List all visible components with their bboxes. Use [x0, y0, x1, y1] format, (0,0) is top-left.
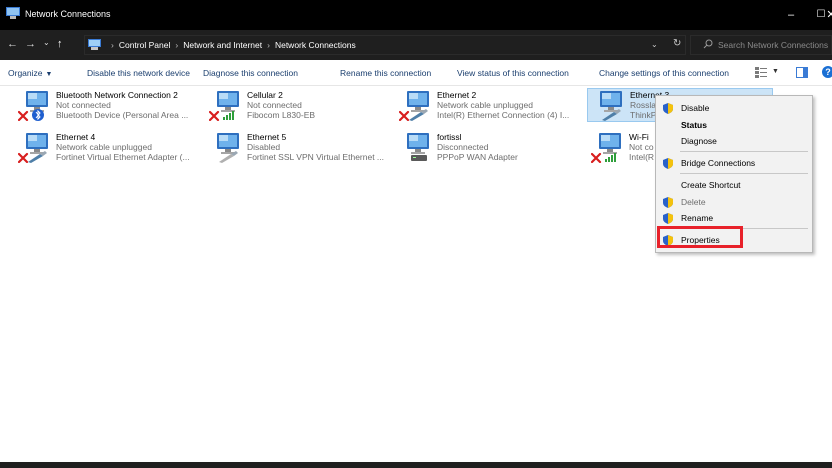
uac-shield-icon [663, 103, 673, 114]
preview-pane-icon[interactable] [796, 67, 808, 78]
organize-menu[interactable]: Organize ▼ [8, 68, 52, 78]
menu-item-label: Diagnose [681, 136, 717, 146]
connection-status: Not connected [56, 100, 111, 110]
connection-name: fortissl [437, 132, 462, 142]
menu-item-label: Delete [681, 197, 706, 207]
view-options-icon[interactable] [755, 67, 767, 78]
connection-device: PPPoP WAN Adapter [437, 152, 518, 162]
search-icon [703, 39, 713, 49]
rename-button[interactable]: Rename this connection [340, 68, 431, 78]
bottom-strip [0, 462, 832, 468]
connection-item-fortissl[interactable]: fortissl Disconnected PPPoP WAN Adapter [395, 131, 581, 165]
menu-divider [680, 173, 808, 174]
network-adapter-icon [591, 133, 621, 163]
view-dropdown-arrow[interactable]: ▼ [772, 68, 779, 75]
uac-shield-icon [663, 213, 673, 224]
connection-status: Disconnected [437, 142, 489, 152]
breadcrumb: › Control Panel › Network and Internet › Netw… [106, 40, 356, 50]
recent-locations-button[interactable]: ⌄ [43, 36, 50, 50]
menu-item-label: Bridge Connections [681, 158, 756, 168]
connection-status: Rossla [630, 100, 656, 110]
diagnose-button[interactable]: Diagnose this connection [203, 68, 298, 78]
network-adapter-icon [600, 91, 622, 121]
address-dropdown-button[interactable]: ⌄ [651, 40, 658, 49]
close-button[interactable]: ✕ [826, 6, 832, 24]
connection-name: Wi-Fi [629, 132, 649, 142]
uac-shield-icon [663, 197, 673, 208]
minimize-button[interactable]: – [776, 6, 806, 24]
window-title: Network Connections [25, 9, 111, 19]
organize-label: Organize [8, 68, 43, 78]
connection-item-bluetooth-network-connection-2[interactable]: Bluetooth Network Connection 2 Not connec… [14, 89, 200, 123]
connection-status: Network cable unplugged [437, 100, 533, 110]
network-adapter-icon [407, 133, 429, 161]
menu-item-rename[interactable]: Rename [656, 210, 812, 226]
back-button[interactable]: ← [7, 37, 18, 51]
breadcrumb-separator[interactable]: › [175, 40, 178, 50]
menu-item-label: Status [681, 120, 707, 130]
connection-device: Fibocom L830-EB [247, 110, 316, 120]
connection-status: Network cable unplugged [56, 142, 152, 152]
connection-device: Fortinet Virtual Ethernet Adapter (... [56, 152, 190, 162]
menu-item-disable[interactable]: Disable [656, 100, 812, 116]
connection-device: Bluetooth Device (Personal Area ... [56, 110, 189, 120]
breadcrumb-separator: › [111, 40, 114, 50]
network-adapter-icon [217, 133, 239, 163]
refresh-button[interactable]: ↻ [673, 38, 681, 49]
menu-item-delete[interactable]: Delete [656, 194, 812, 210]
menu-item-diagnose[interactable]: Diagnose [656, 133, 812, 149]
title-bar: Network Connections – ☐ ✕ [0, 0, 832, 30]
disable-device-button[interactable]: Disable this network device [87, 68, 190, 78]
connection-name: Cellular 2 [247, 90, 283, 100]
connection-name: Ethernet 5 [247, 132, 287, 142]
breadcrumb-control-panel[interactable]: Control Panel [119, 40, 171, 50]
help-icon[interactable]: ? [822, 66, 832, 78]
chevron-down-icon: ▼ [45, 71, 53, 78]
search-placeholder[interactable]: Search Network Connections [718, 40, 828, 50]
connection-item-ethernet-5[interactable]: Ethernet 5 Disabled Fortinet SSL VPN Virtu… [205, 131, 391, 165]
breadcrumb-separator[interactable]: › [267, 40, 270, 50]
connection-status: Not connected [247, 100, 302, 110]
menu-item-label: Disable [681, 103, 710, 113]
breadcrumb-network-and-internet[interactable]: Network and Internet [183, 40, 262, 50]
connection-status: Disabled [247, 142, 281, 152]
up-button[interactable]: ↑ [57, 37, 63, 51]
connection-name: Bluetooth Network Connection 2 [56, 90, 178, 100]
menu-item-label: Create Shortcut [681, 180, 741, 190]
network-adapter-icon [18, 133, 48, 163]
connection-device: Fortinet SSL VPN Virtual Ethernet ... [247, 152, 385, 162]
network-adapter-icon [399, 91, 429, 121]
menu-item-create-shortcut[interactable]: Create Shortcut [656, 177, 812, 193]
menu-divider [680, 151, 808, 152]
connection-item-ethernet-2[interactable]: Ethernet 2 Network cable unplugged Intel(R… [395, 89, 581, 123]
connection-item-cellular-2[interactable]: Cellular 2 Not connected Fibocom L830-EB [205, 89, 391, 123]
network-adapter-icon [18, 91, 48, 121]
view-status-button[interactable]: View status of this connection [457, 68, 569, 78]
control-panel-icon [88, 39, 101, 50]
network-adapter-icon [209, 91, 239, 121]
menu-item-label: Rename [681, 213, 714, 223]
connection-name: Ethernet 4 [56, 132, 96, 142]
menu-item-status[interactable]: Status [656, 117, 812, 133]
connection-item-ethernet-4[interactable]: Ethernet 4 Network cable unplugged Fortine… [14, 131, 200, 165]
menu-item-bridge-connections[interactable]: Bridge Connections [656, 155, 812, 171]
properties-highlight-box [657, 226, 743, 248]
connection-device: Intel(R) Ethernet Connection (4) I... [437, 110, 570, 120]
forward-button[interactable]: → [25, 37, 36, 51]
connection-status: Not co [629, 142, 654, 152]
connection-name: Ethernet 2 [437, 90, 477, 100]
change-settings-button[interactable]: Change settings of this connection [599, 68, 729, 78]
breadcrumb-network-connections[interactable]: Network Connections [275, 40, 356, 50]
uac-shield-icon [663, 158, 673, 169]
network-connections-icon [6, 7, 20, 19]
